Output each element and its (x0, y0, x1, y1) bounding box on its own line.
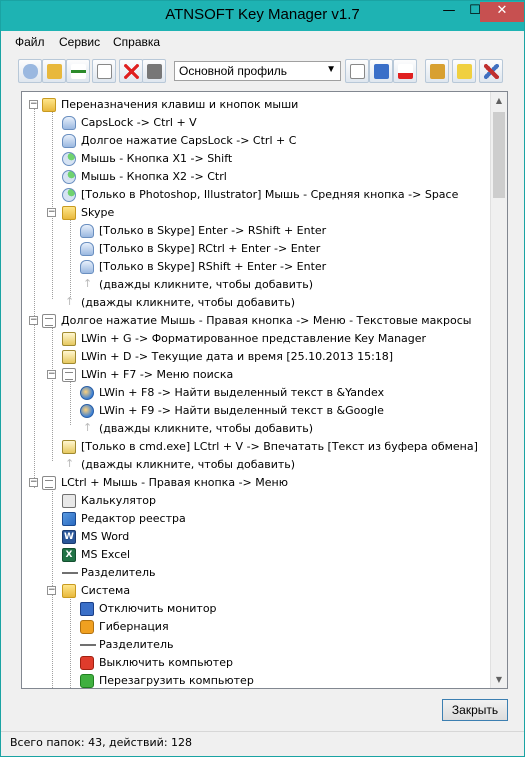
mouse-icon (62, 188, 76, 202)
add-arrow-icon (80, 275, 94, 293)
add-arrow-icon (80, 419, 94, 437)
word-icon: W (62, 530, 76, 544)
trash-icon (147, 64, 162, 79)
vertical-scrollbar[interactable]: ▲ ▼ (490, 92, 507, 688)
delete-icon (124, 64, 139, 79)
tree-line (70, 591, 71, 688)
keyboard-icon (62, 116, 76, 130)
add-arrow-icon (62, 293, 76, 311)
user-manager-button[interactable] (425, 59, 449, 83)
registry-icon (62, 512, 76, 526)
delete-button[interactable] (119, 59, 143, 83)
folder-icon (62, 584, 76, 598)
mouse-icon (62, 152, 76, 166)
separator-icon (80, 638, 96, 652)
calculator-icon (62, 494, 76, 508)
tree-line (52, 321, 53, 461)
tree-line (70, 375, 71, 425)
hibernate-icon (80, 620, 94, 634)
reboot-icon (80, 674, 94, 688)
keyboard-icon (80, 224, 94, 238)
edit-icon (97, 64, 112, 79)
globe-icon (80, 386, 94, 400)
tree-line (70, 213, 71, 299)
tree-line (34, 105, 35, 488)
folder-icon (62, 206, 76, 220)
settings-button[interactable] (479, 59, 503, 83)
status-bar: Всего папок: 43, действий: 128 (1, 731, 524, 755)
close-button[interactable]: Закрыть (442, 699, 508, 721)
delete-profile-button[interactable] (393, 59, 417, 83)
action-tree[interactable]: − − − − − − Переназначения клавиш и кноп… (21, 91, 508, 689)
pause-button[interactable] (452, 59, 476, 83)
menu-help[interactable]: Справка (113, 35, 160, 49)
rename-profile-icon (374, 64, 389, 79)
macro-icon (62, 350, 76, 364)
globe-icon (80, 404, 94, 418)
document-icon (62, 368, 76, 382)
add-item-icon (23, 64, 38, 79)
user-manager-icon (430, 64, 445, 79)
document-icon (42, 476, 56, 490)
monitor-icon (80, 602, 94, 616)
add-item-button[interactable] (18, 59, 42, 83)
app-window: ATNSOFT Key Manager v1.7 — ☐ ✕ Файл Серв… (0, 0, 525, 757)
delete-profile-icon (398, 64, 413, 79)
collapse-toggle[interactable]: − (29, 316, 38, 325)
keyboard-icon (80, 242, 94, 256)
close-window-button[interactable]: ✕ (480, 2, 524, 22)
excel-icon: X (62, 548, 76, 562)
profile-select[interactable]: Основной профиль ▼ (174, 61, 341, 81)
chevron-down-icon: ▼ (326, 64, 336, 75)
tree-line (52, 105, 53, 299)
keyboard-icon (62, 134, 76, 148)
macro-icon (62, 440, 76, 454)
profile-select-value: Основной профиль (179, 64, 288, 78)
add-separator-icon (71, 64, 86, 79)
new-profile-button[interactable] (345, 59, 369, 83)
trash-button[interactable] (142, 59, 166, 83)
collapse-toggle[interactable]: − (47, 586, 56, 595)
document-icon (42, 314, 56, 328)
collapse-toggle[interactable]: − (47, 370, 56, 379)
collapse-toggle[interactable]: − (47, 208, 56, 217)
scroll-up-arrow-icon[interactable]: ▲ (491, 92, 507, 109)
rename-profile-button[interactable] (369, 59, 393, 83)
macro-icon (62, 332, 76, 346)
collapse-toggle[interactable]: − (29, 100, 38, 109)
add-arrow-icon (62, 455, 76, 473)
menu-file[interactable]: Файл (15, 35, 45, 49)
add-separator-button[interactable] (66, 59, 90, 83)
scroll-down-arrow-icon[interactable]: ▼ (491, 671, 507, 688)
minimize-button[interactable]: — (436, 2, 462, 22)
folder-icon (42, 98, 56, 112)
status-text: Всего папок: 43, действий: 128 (10, 736, 193, 749)
menu-bar: Файл Сервис Справка (1, 32, 524, 52)
collapse-toggle[interactable]: − (29, 478, 38, 487)
title-bar[interactable]: ATNSOFT Key Manager v1.7 — ☐ ✕ (1, 1, 524, 31)
add-folder-icon (47, 64, 62, 79)
power-off-icon (80, 656, 94, 670)
mouse-icon (62, 170, 76, 184)
edit-button[interactable] (92, 59, 116, 83)
pause-icon (457, 64, 472, 79)
add-folder-button[interactable] (42, 59, 66, 83)
keyboard-icon (80, 260, 94, 274)
scroll-thumb[interactable] (493, 112, 505, 198)
menu-service[interactable]: Сервис (59, 35, 100, 49)
new-profile-icon (350, 64, 365, 79)
separator-icon (62, 566, 78, 580)
tools-icon (484, 64, 499, 79)
